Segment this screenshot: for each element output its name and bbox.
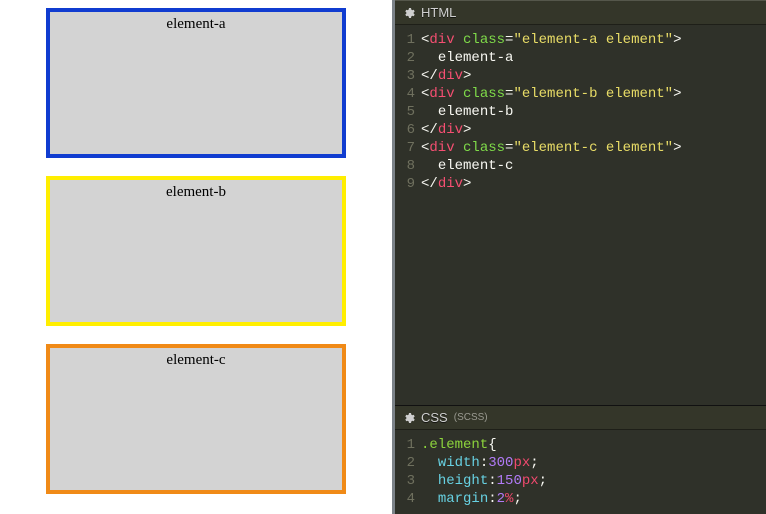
preview-element-c-label: element-c	[166, 352, 225, 368]
preview-pane: element-a element-b element-c	[0, 0, 395, 514]
css-tab-sublabel: (SCSS)	[454, 412, 488, 423]
gear-icon[interactable]	[403, 7, 415, 19]
html-tab[interactable]: HTML	[395, 1, 766, 25]
css-editor: CSS (SCSS) 1234 .element{ width:300px; h…	[395, 405, 766, 514]
css-tab-label: CSS	[421, 410, 448, 425]
html-editor: HTML 123456789 <div class="element-a ele…	[395, 0, 766, 405]
html-gutter: 123456789	[395, 25, 419, 199]
preview-element-a-label: element-a	[166, 16, 225, 32]
html-code[interactable]: <div class="element-a element"> element-…	[419, 25, 688, 199]
preview-element-b-label: element-b	[166, 184, 226, 200]
css-code[interactable]: .element{ width:300px; height:150px; mar…	[419, 430, 553, 514]
gear-icon[interactable]	[403, 412, 415, 424]
html-tab-label: HTML	[421, 5, 456, 20]
css-code-area[interactable]: 1234 .element{ width:300px; height:150px…	[395, 430, 766, 514]
preview-element-b: element-b	[46, 176, 346, 326]
preview-element-a: element-a	[46, 8, 346, 158]
css-tab[interactable]: CSS (SCSS)	[395, 406, 766, 430]
css-gutter: 1234	[395, 430, 419, 514]
html-code-area[interactable]: 123456789 <div class="element-a element"…	[395, 25, 766, 199]
preview-element-c: element-c	[46, 344, 346, 494]
editors-column: HTML 123456789 <div class="element-a ele…	[395, 0, 766, 514]
